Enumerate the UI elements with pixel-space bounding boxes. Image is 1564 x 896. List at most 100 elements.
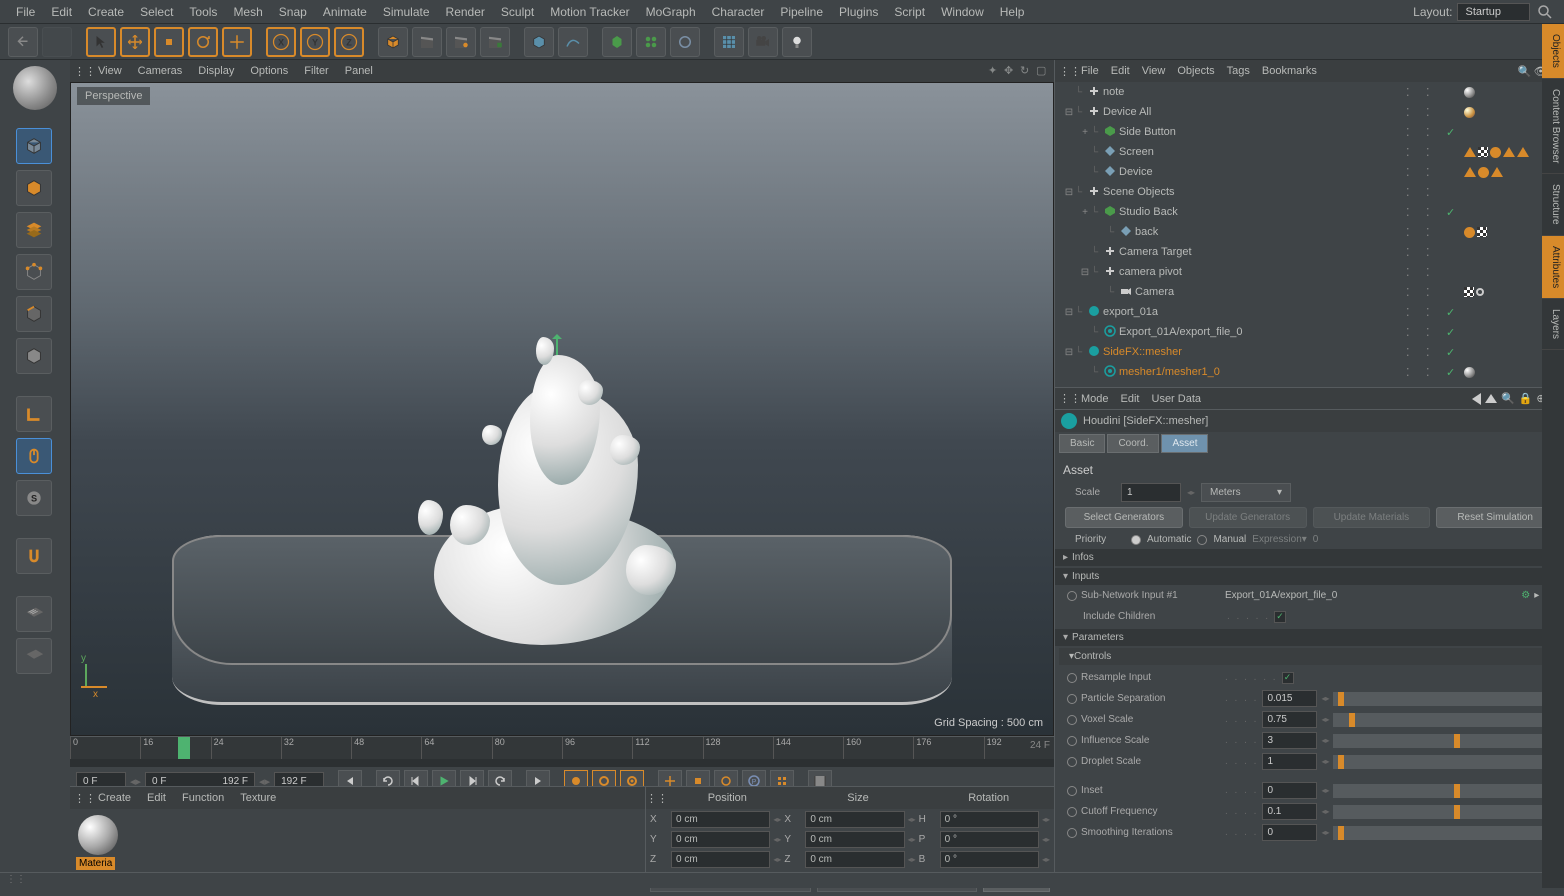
menu-help[interactable]: Help [992,1,1033,23]
grip-icon[interactable]: ⋮⋮ [646,792,662,805]
tab-coord[interactable]: Coord. [1107,434,1159,453]
expand-icon[interactable]: + [1079,207,1091,218]
visibility-dots[interactable]: ⁚ [1406,126,1426,139]
vp-menu-filter[interactable]: Filter [296,62,336,80]
render-dots[interactable]: ⁚ [1426,146,1446,159]
visibility-dots[interactable]: ⁚ [1406,86,1426,99]
reset-simulation-button[interactable]: Reset Simulation [1436,507,1554,528]
hierarchy-row[interactable]: └ mesher1/mesher1_0 ⁚ ⁚ ✓ [1055,362,1564,382]
render-dots[interactable]: ⁚ [1426,266,1446,279]
input-icon-1[interactable]: ⚙ [1521,590,1530,601]
visibility-dots[interactable]: ⁚ [1406,186,1426,199]
param-value-field[interactable]: 0.015 [1262,690,1317,707]
enable-check[interactable]: ✓ [1446,346,1464,359]
vp-menu-display[interactable]: Display [190,62,242,80]
menu-plugins[interactable]: Plugins [831,1,886,23]
undo-button[interactable] [8,27,38,57]
axis-y-button[interactable]: Y [300,27,330,57]
hierarchy-row[interactable]: ⊟ └ Scene Objects ⁚ ⁚ [1055,182,1564,202]
menu-character[interactable]: Character [704,1,773,23]
param-value-field[interactable]: 3 [1262,732,1317,749]
ring-icon[interactable] [1067,807,1077,817]
clapper2-button[interactable] [446,27,476,57]
obj-menu-objects[interactable]: Objects [1171,62,1220,80]
menu-create[interactable]: Create [80,1,132,23]
hierarchy-row[interactable]: └ Camera Target ⁚ ⁚ [1055,242,1564,262]
clapper3-button[interactable] [480,27,510,57]
display-cube-button[interactable] [524,27,554,57]
visibility-dots[interactable]: ⁚ [1406,226,1426,239]
move-tool-2[interactable] [222,27,252,57]
grip-icon[interactable]: ⋮⋮ [74,65,90,78]
visibility-dots[interactable]: ⁚ [1406,326,1426,339]
render-dots[interactable]: ⁚ [1426,186,1446,199]
deformer-button[interactable] [670,27,700,57]
timeline-ruler[interactable]: 016243248648096112128144160176192 24 F [70,737,1054,759]
expand-icon[interactable]: ⊟ [1063,307,1075,318]
texture-mode-button[interactable] [16,170,52,206]
obj-menu-view[interactable]: View [1136,62,1172,80]
render-dots[interactable]: ⁚ [1426,206,1446,219]
controls-section[interactable]: ▾Controls [1059,648,1560,665]
vp-menu-options[interactable]: Options [242,62,296,80]
attr-menu-mode[interactable]: Mode [1075,390,1115,408]
scale-field[interactable]: 1 [1121,483,1181,502]
attr-menu-user-data[interactable]: User Data [1146,390,1208,408]
tab-basic[interactable]: Basic [1059,434,1105,453]
vp-icon-1[interactable]: ✦ [988,64,1002,78]
vp-icon-4[interactable]: ▢ [1036,64,1050,78]
redo-button[interactable] [42,27,72,57]
clapper-button[interactable] [412,27,442,57]
expand-icon[interactable]: ⊟ [1063,347,1075,358]
edge-tab-objects[interactable]: Objects [1542,24,1564,79]
size-field[interactable]: 0 cm [805,811,904,828]
param-value-field[interactable]: 0.1 [1262,803,1317,820]
ring-icon[interactable] [1067,828,1077,838]
render-dots[interactable]: ⁚ [1426,126,1446,139]
nav-left-icon[interactable] [1472,393,1481,405]
param-value-field[interactable]: 1 [1262,753,1317,770]
axis-z-button[interactable]: Z [334,27,364,57]
ring-icon[interactable] [1067,757,1077,767]
rotate-tool[interactable] [188,27,218,57]
hierarchy-row[interactable]: └ Camera ⁚ ⁚ [1055,282,1564,302]
floor-button[interactable] [714,27,744,57]
obj-menu-edit[interactable]: Edit [1105,62,1136,80]
search-icon[interactable] [1534,1,1556,23]
vp-menu-panel[interactable]: Panel [337,62,381,80]
generator-button[interactable] [602,27,632,57]
model-mode-button[interactable] [16,128,52,164]
param-slider[interactable] [1333,826,1552,840]
ring-icon[interactable] [1067,694,1077,704]
mat-menu-function[interactable]: Function [174,789,232,807]
edge-tab-attributes[interactable]: Attributes [1542,236,1564,299]
visibility-dots[interactable]: ⁚ [1406,146,1426,159]
obj-search-icon[interactable]: 🔍 [1518,65,1532,78]
menu-motion-tracker[interactable]: Motion Tracker [542,1,637,23]
ring-icon[interactable] [1067,736,1077,746]
render-dots[interactable]: ⁚ [1426,346,1446,359]
param-slider[interactable] [1333,692,1552,706]
edge-tab-content-browser[interactable]: Content Browser [1542,79,1564,174]
visibility-dots[interactable]: ⁚ [1406,306,1426,319]
visibility-dots[interactable]: ⁚ [1406,166,1426,179]
visibility-dots[interactable]: ⁚ [1406,106,1426,119]
vp-menu-cameras[interactable]: Cameras [130,62,191,80]
hierarchy-row[interactable]: └ Export_01A/export_file_0 ⁚ ⁚ ✓ [1055,322,1564,342]
viewport[interactable]: Perspective Grid Spacing : 500 cm [70,82,1054,736]
param-value-field[interactable]: 0 [1262,782,1317,799]
tab-asset[interactable]: Asset [1161,434,1208,453]
ring-icon[interactable] [1067,673,1077,683]
visibility-dots[interactable]: ⁚ [1406,286,1426,299]
size-field[interactable]: 0 cm [805,851,904,868]
menu-mesh[interactable]: Mesh [225,1,270,23]
render-dots[interactable]: ⁚ [1426,166,1446,179]
obj-menu-bookmarks[interactable]: Bookmarks [1256,62,1323,80]
edge-mode-button[interactable] [16,296,52,332]
render-dots[interactable]: ⁚ [1426,246,1446,259]
size-field[interactable]: 0 cm [805,831,904,848]
enable-check[interactable]: ✓ [1446,366,1464,379]
ring-icon[interactable] [1067,786,1077,796]
menu-tools[interactable]: Tools [181,1,225,23]
material-swatch[interactable]: Materia [70,815,645,870]
